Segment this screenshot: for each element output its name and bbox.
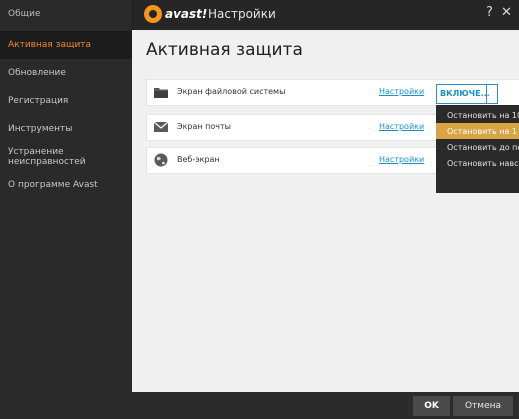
close-icon[interactable]: ✕ (501, 5, 512, 20)
menu-item-stop-until-restart[interactable]: Остановить до перезапуска (436, 139, 519, 155)
menu-item-stop-1-hour[interactable]: Остановить на 1 час (436, 123, 519, 139)
page-title: Активная защита (146, 40, 303, 60)
mail-icon (153, 121, 169, 132)
tab-general[interactable]: Общие (8, 9, 41, 19)
menu-item-stop-forever[interactable]: Остановить навсегда (436, 155, 519, 171)
brand-name: avast! (165, 7, 208, 21)
help-icon[interactable]: ? (486, 5, 493, 20)
ok-button[interactable]: OK (413, 396, 450, 416)
shield-state-label: ВКЛЮЧЕ... (440, 89, 490, 98)
shield-settings-link[interactable]: Настройки (379, 87, 424, 96)
sidebar-item-update[interactable]: Обновление (0, 59, 132, 87)
settings-window: Общие avast! Настройки ? ✕ Активная защи… (0, 0, 519, 419)
globe-icon (154, 153, 168, 167)
shield-settings-link[interactable]: Настройки (379, 122, 424, 131)
avast-logo-icon (144, 5, 162, 23)
dropdown-arrow-icon[interactable] (486, 85, 497, 103)
cancel-button[interactable]: Отмена (453, 396, 513, 416)
shield-name: Экран почты (177, 122, 231, 131)
folder-icon (154, 88, 168, 98)
shield-name: Веб-экран (177, 155, 220, 164)
sidebar: Активная защита Обновление Регистрация И… (0, 30, 133, 419)
sidebar-item-active-protection[interactable]: Активная защита (0, 31, 132, 59)
sidebar-item-tools[interactable]: Инструменты (0, 115, 132, 143)
shield-state-button[interactable]: ВКЛЮЧЕ... (436, 84, 498, 104)
window-title: Настройки (208, 7, 276, 21)
shield-settings-link[interactable]: Настройки (379, 155, 424, 164)
sidebar-item-registration[interactable]: Регистрация (0, 87, 132, 115)
avast-logo: avast! (144, 5, 207, 23)
shield-name: Экран файловой системы (177, 87, 286, 96)
sidebar-item-about[interactable]: О программе Avast (0, 171, 132, 199)
menu-item-stop-10-min[interactable]: Остановить на 10 минут (436, 107, 519, 123)
sidebar-top: Общие (0, 0, 133, 30)
shield-stop-menu: Остановить на 10 минут Остановить на 1 ч… (436, 105, 519, 193)
sidebar-item-troubleshooting[interactable]: Устранение неисправностей (0, 143, 132, 171)
